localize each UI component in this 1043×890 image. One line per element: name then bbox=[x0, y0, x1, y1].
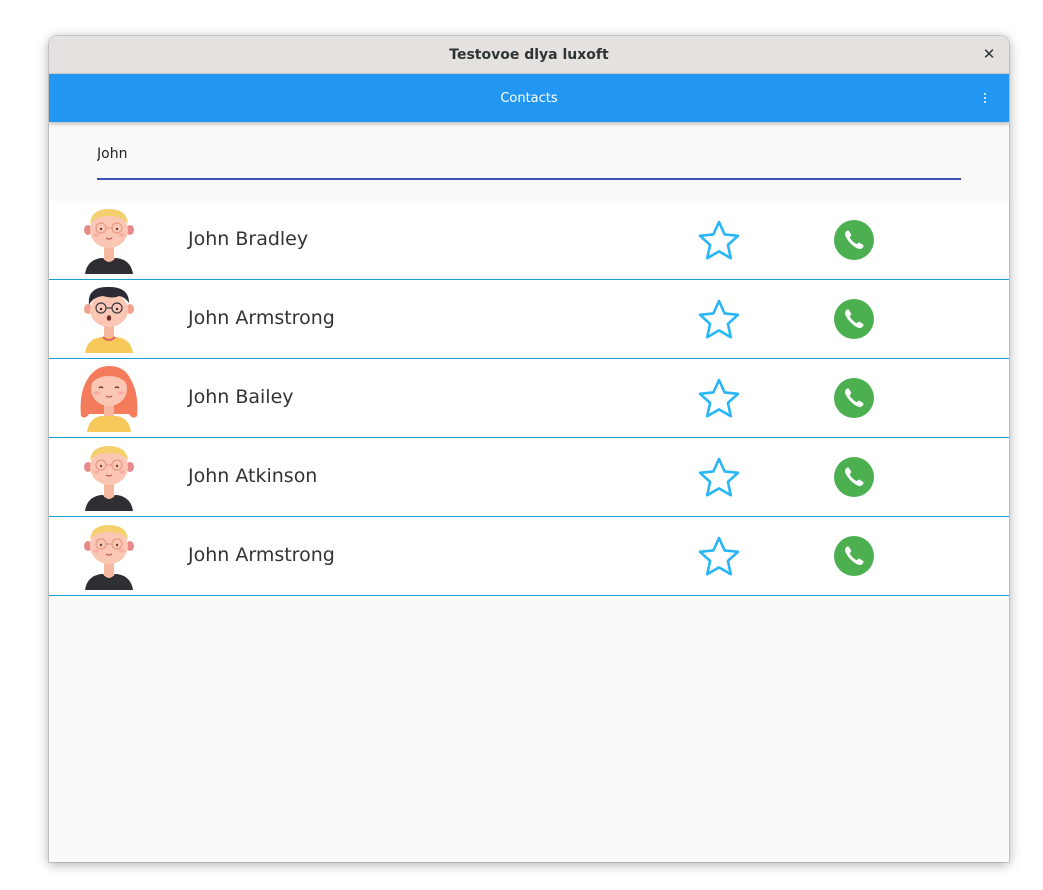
overflow-menu-icon[interactable] bbox=[979, 88, 991, 108]
window-title: Testovoe dlya luxoft bbox=[449, 46, 609, 63]
call-icon[interactable] bbox=[833, 456, 875, 498]
window-titlebar[interactable]: Testovoe dlya luxoft ✕ bbox=[49, 36, 1009, 74]
contact-list: John Bradley John Armstrong John Bailey … bbox=[49, 201, 1009, 596]
search-area bbox=[49, 122, 1009, 201]
close-icon[interactable]: ✕ bbox=[979, 44, 999, 64]
contact-name: John Bradley bbox=[188, 228, 309, 250]
avatar bbox=[79, 443, 139, 511]
call-icon[interactable] bbox=[833, 298, 875, 340]
avatar bbox=[79, 364, 139, 432]
favorite-star-icon[interactable] bbox=[697, 219, 741, 263]
contact-name: John Armstrong bbox=[188, 544, 335, 566]
search-field[interactable] bbox=[97, 144, 961, 180]
favorite-star-icon[interactable] bbox=[697, 535, 741, 579]
app-bar: Contacts bbox=[49, 74, 1009, 122]
avatar bbox=[79, 522, 139, 590]
call-icon[interactable] bbox=[833, 377, 875, 419]
contact-name: John Atkinson bbox=[188, 465, 318, 487]
menu-dot bbox=[984, 97, 986, 99]
search-input[interactable] bbox=[97, 144, 961, 164]
contact-name: John Armstrong bbox=[188, 307, 335, 329]
contact-row[interactable]: John Armstrong bbox=[49, 280, 1009, 359]
avatar bbox=[79, 285, 139, 353]
contact-row[interactable]: John Atkinson bbox=[49, 438, 1009, 517]
app-bar-title: Contacts bbox=[500, 90, 558, 106]
menu-dot bbox=[984, 101, 986, 103]
avatar bbox=[79, 206, 139, 274]
contact-name: John Bailey bbox=[188, 386, 294, 408]
contact-row[interactable]: John Bailey bbox=[49, 359, 1009, 438]
favorite-star-icon[interactable] bbox=[697, 456, 741, 500]
contact-row[interactable]: John Bradley bbox=[49, 201, 1009, 280]
call-icon[interactable] bbox=[833, 535, 875, 577]
favorite-star-icon[interactable] bbox=[697, 298, 741, 342]
app-window: Testovoe dlya luxoft ✕ Contacts John Bra… bbox=[49, 36, 1009, 862]
call-icon[interactable] bbox=[833, 219, 875, 261]
menu-dot bbox=[984, 93, 986, 95]
favorite-star-icon[interactable] bbox=[697, 377, 741, 421]
contact-row[interactable]: John Armstrong bbox=[49, 517, 1009, 596]
